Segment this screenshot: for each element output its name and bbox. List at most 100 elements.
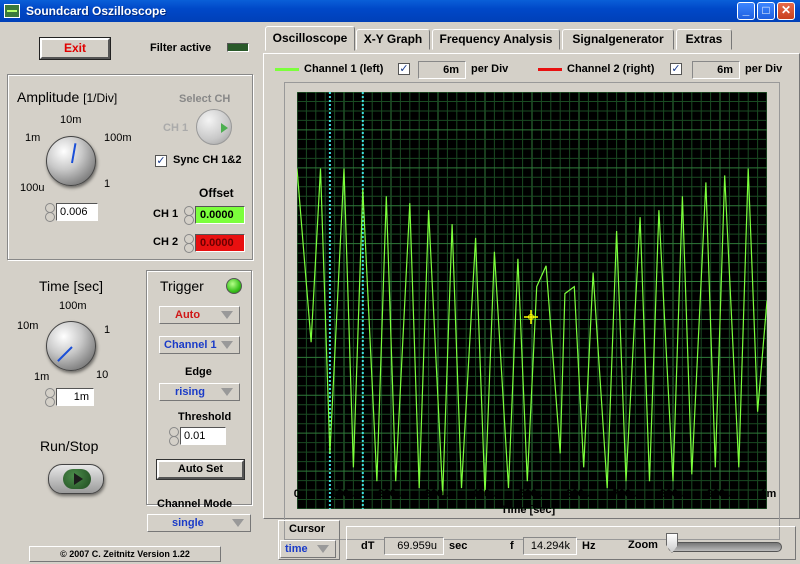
tab-signalgenerator[interactable]: Signalgenerator xyxy=(562,29,674,50)
dt-unit: sec xyxy=(449,540,468,552)
main-window: Exit Filter active Amplitude [1/Div] 10m… xyxy=(0,22,800,564)
trigger-channel-value: Channel 1 xyxy=(164,339,217,351)
ch1-enable-checkbox[interactable]: ✓ xyxy=(398,63,410,75)
tab-frequency-analysis[interactable]: Frequency Analysis xyxy=(432,29,560,50)
f-unit: Hz xyxy=(582,540,596,552)
channel-mode-value: single xyxy=(172,517,204,529)
close-button[interactable]: ✕ xyxy=(777,2,795,20)
ch1-per-div: per Div xyxy=(471,63,509,75)
cursor-mode-value: time xyxy=(285,543,308,555)
sync-checkbox[interactable]: ✓ xyxy=(155,155,167,167)
threshold-field[interactable]: 0.01 xyxy=(180,427,226,445)
tab-xy-graph[interactable]: X-Y Graph xyxy=(356,29,430,50)
trigger-mode-value: Auto xyxy=(175,309,201,321)
auto-set-button[interactable]: Auto Set xyxy=(157,460,244,479)
tab-oscilloscope[interactable]: Oscilloscope xyxy=(265,26,355,51)
ch1-legend-label: Channel 1 (left) xyxy=(304,63,384,75)
ch1-div-field[interactable]: 6m xyxy=(418,61,466,79)
run-stop-label: Run/Stop xyxy=(40,438,99,454)
time-knob[interactable] xyxy=(46,321,96,371)
trigger-edge-dropdown[interactable]: rising xyxy=(159,383,240,401)
offset-ch2-label: CH 2 xyxy=(153,236,179,248)
offset-ch1-spinner[interactable] xyxy=(183,206,194,225)
trigger-title: Trigger xyxy=(160,278,204,294)
offset-ch1-field[interactable]: 0.0000 xyxy=(195,206,245,224)
cursor-mode-dropdown[interactable]: time xyxy=(280,540,336,558)
run-stop-button[interactable] xyxy=(48,464,104,494)
amp-tick-10m: 10m xyxy=(60,114,82,126)
copyright: © 2007 C. Zeitnitz Version 1.22 xyxy=(29,546,221,562)
select-ch-value: CH 1 xyxy=(163,122,189,134)
minimize-icon: _ xyxy=(742,3,750,17)
ch2-per-div: per Div xyxy=(745,63,783,75)
offset-ch2-spinner[interactable] xyxy=(183,234,194,253)
select-ch-label: Select CH xyxy=(179,93,231,105)
x-tick-label: 800u xyxy=(659,488,685,500)
f-value: 14.294k xyxy=(523,537,577,555)
ch2-legend-label: Channel 2 (right) xyxy=(567,63,655,75)
ch2-legend-line xyxy=(538,68,562,71)
x-tick-label: 400u xyxy=(471,488,497,500)
exit-button[interactable]: Exit xyxy=(40,38,110,59)
dt-label: dT xyxy=(361,540,375,552)
window-title: Soundcard Oszilloscope xyxy=(26,4,167,18)
time-title: Time [sec] xyxy=(39,278,104,294)
zoom-slider-track[interactable] xyxy=(668,542,782,552)
amp-tick-100u: 100u xyxy=(20,182,45,194)
trigger-channel-dropdown[interactable]: Channel 1 xyxy=(159,336,240,354)
time-tick-10: 10 xyxy=(96,369,109,381)
trigger-edge-value: rising xyxy=(175,386,205,398)
amplitude-unit: [1/Div] xyxy=(83,91,118,105)
x-tick-label: 300u xyxy=(424,488,450,500)
x-axis-title: Time [sec] xyxy=(501,504,556,516)
amp-tick-1: 1 xyxy=(104,178,111,190)
amplitude-knob[interactable] xyxy=(46,136,96,186)
amp-tick-100m: 100m xyxy=(104,132,132,144)
minimize-button[interactable]: _ xyxy=(737,2,755,20)
ch1-legend-line xyxy=(275,68,299,71)
f-label: f xyxy=(510,540,514,552)
time-tick-1: 1 xyxy=(104,324,111,336)
time-value-field[interactable]: 1m xyxy=(56,388,94,406)
x-tick-label: 700u xyxy=(612,488,638,500)
ch2-enable-checkbox[interactable]: ✓ xyxy=(670,63,682,75)
tab-extras[interactable]: Extras xyxy=(676,29,732,50)
filter-label: Filter active xyxy=(150,42,212,54)
offset-ch1-label: CH 1 xyxy=(153,208,179,220)
zoom-label: Zoom xyxy=(628,539,658,551)
threshold-spinner[interactable] xyxy=(168,427,179,446)
filter-led xyxy=(227,43,249,52)
channel-mode-label: Channel Mode xyxy=(157,498,233,510)
x-tick-label: 0 xyxy=(293,488,300,500)
scope-display[interactable] xyxy=(297,92,767,509)
chevron-down-icon xyxy=(221,311,233,319)
chevron-down-icon xyxy=(221,388,233,396)
time-tick-100m: 100m xyxy=(59,300,87,312)
x-tick-label: 100u xyxy=(330,488,356,500)
select-ch-knob[interactable] xyxy=(196,109,232,145)
maximize-icon: □ xyxy=(762,3,770,17)
amplitude-knob-needle xyxy=(71,143,77,164)
offset-ch2-field[interactable]: 0.0000 xyxy=(195,234,245,252)
x-tick-label: 1m xyxy=(760,488,777,500)
amplitude-spinner[interactable] xyxy=(44,203,55,222)
chevron-down-icon xyxy=(232,519,244,527)
dt-value: 69.959u xyxy=(384,537,444,555)
chevron-down-icon xyxy=(221,341,233,349)
amplitude-title: Amplitude [1/Div] xyxy=(17,89,117,105)
threshold-label: Threshold xyxy=(178,411,232,423)
amp-tick-1m: 1m xyxy=(25,132,41,144)
time-tick-1m: 1m xyxy=(34,371,50,383)
ch2-div-field[interactable]: 6m xyxy=(692,61,740,79)
trigger-led xyxy=(226,278,242,294)
trigger-mode-dropdown[interactable]: Auto xyxy=(159,306,240,324)
time-spinner[interactable] xyxy=(44,388,55,407)
scope-grid xyxy=(297,92,767,509)
x-tick-label: 900u xyxy=(706,488,732,500)
channel-mode-dropdown[interactable]: single xyxy=(147,514,251,532)
sync-label: Sync CH 1&2 xyxy=(173,154,242,166)
app-icon xyxy=(4,4,20,18)
offset-title: Offset xyxy=(199,186,234,200)
maximize-button[interactable]: □ xyxy=(757,2,775,20)
amplitude-value-field[interactable]: 0.006 xyxy=(56,203,98,221)
